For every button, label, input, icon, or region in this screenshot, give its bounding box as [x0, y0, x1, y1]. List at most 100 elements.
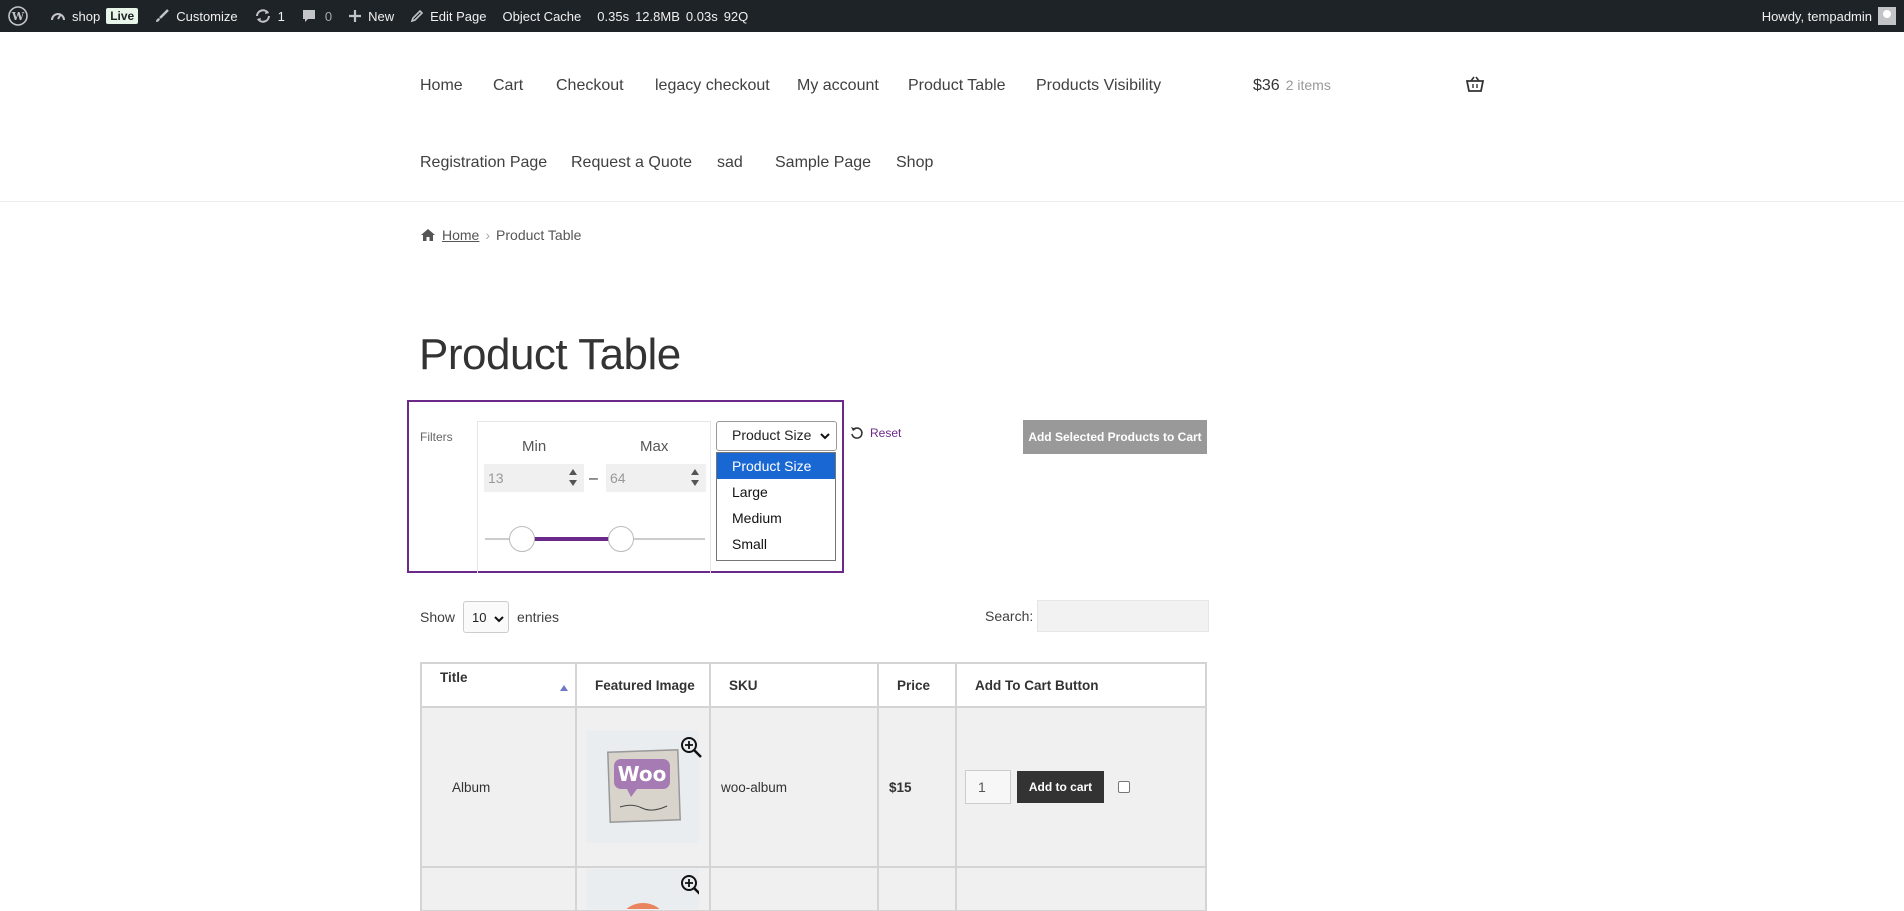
min-spinner-icon[interactable] — [568, 466, 578, 490]
admin-bar: W shop Live Customize 1 0 New Edit Page … — [0, 0, 1904, 32]
product-title[interactable] — [420, 866, 577, 911]
quantity-input[interactable]: 1 — [965, 770, 1011, 804]
product-title[interactable]: Album — [420, 706, 577, 868]
column-header-price[interactable]: Price — [877, 662, 957, 708]
add-to-cart-cell — [955, 866, 1207, 911]
updates-link[interactable]: 1 — [246, 0, 293, 32]
filters-panel: Filters Min Max – Product Size Product S… — [407, 400, 844, 573]
breadcrumb-separator-icon: › — [485, 227, 491, 243]
nav-shop[interactable]: Shop — [896, 154, 933, 172]
edit-page-link[interactable]: Edit Page — [402, 0, 494, 32]
reset-label: Reset — [870, 426, 902, 440]
site-name-link[interactable]: shop Live — [42, 0, 146, 32]
howdy-text: Howdy, tempadmin — [1761, 8, 1872, 24]
nav-registration-page[interactable]: Registration Page — [420, 154, 547, 172]
column-header-featured-image[interactable]: Featured Image — [575, 662, 711, 708]
wordpress-logo-icon[interactable]: W — [0, 0, 42, 32]
range-slider-fill — [522, 537, 621, 541]
stat-queries: 92Q — [723, 8, 749, 24]
stat-memory: 12.8MB — [635, 8, 680, 24]
updates-count: 1 — [277, 8, 285, 24]
page-title: Product Table — [419, 330, 681, 379]
nav-sample-page[interactable]: Sample Page — [775, 154, 871, 172]
add-to-cart-cell: 1 Add to cart — [955, 706, 1207, 868]
featured-image-cell: Woo — [575, 706, 711, 868]
svg-text:W: W — [11, 10, 25, 23]
zoom-in-icon[interactable] — [679, 873, 699, 897]
size-option-product-size[interactable]: Product Size — [717, 453, 835, 479]
new-content-link[interactable]: New — [340, 0, 402, 32]
product-size-select[interactable]: Product Size — [716, 421, 837, 451]
nav-checkout[interactable]: Checkout — [556, 77, 624, 95]
stat-db-time: 0.03s — [685, 8, 718, 24]
customize-label: Customize — [176, 8, 238, 24]
size-option-small[interactable]: Small — [717, 531, 835, 557]
column-header-sku[interactable]: SKU — [709, 662, 879, 708]
sort-ascending-icon — [560, 685, 568, 691]
nav-request-a-quote[interactable]: Request a Quote — [571, 154, 692, 172]
edit-page-label: Edit Page — [430, 8, 487, 24]
product-size-dropdown: Product Size Large Medium Small — [716, 452, 836, 561]
select-product-checkbox[interactable] — [1118, 781, 1130, 793]
chevron-down-icon — [820, 433, 830, 440]
new-label: New — [368, 8, 395, 24]
add-selected-products-button[interactable]: Add Selected Products to Cart — [1023, 420, 1207, 454]
column-header-add-to-cart[interactable]: Add To Cart Button — [955, 662, 1207, 708]
breadcrumb-current: Product Table — [496, 227, 582, 243]
object-cache-link[interactable]: Object Cache — [495, 0, 590, 32]
table-row — [420, 866, 1207, 911]
featured-image-cell — [575, 866, 711, 911]
min-label: Min — [522, 438, 547, 455]
query-monitor-stats[interactable]: 0.35s 12.8MB 0.03s 92Q — [589, 0, 762, 32]
product-thumbnail[interactable] — [587, 869, 699, 909]
nav-my-account[interactable]: My account — [797, 77, 879, 95]
range-dash: – — [589, 470, 598, 487]
cart-total-amount: $36 — [1253, 77, 1280, 94]
mini-cart[interactable]: $36 2 items — [1253, 77, 1331, 95]
comments-count: 0 — [324, 8, 333, 24]
column-header-title[interactable]: Title — [420, 662, 577, 708]
zoom-in-icon[interactable] — [679, 735, 703, 759]
nav-cart[interactable]: Cart — [493, 77, 523, 95]
pencil-icon — [410, 9, 424, 23]
my-account-menu[interactable]: Howdy, tempadmin — [1762, 0, 1896, 32]
chevron-down-icon — [494, 616, 504, 623]
comment-icon — [302, 10, 315, 22]
add-to-cart-button[interactable]: Add to cart — [1017, 771, 1104, 803]
range-min-handle[interactable] — [509, 526, 535, 552]
max-spinner-icon[interactable] — [690, 466, 700, 490]
breadcrumb-home-link[interactable]: Home — [442, 227, 479, 243]
site-header: Home Cart Checkout legacy checkout My ac… — [0, 32, 1904, 202]
size-option-large[interactable]: Large — [717, 479, 835, 505]
site-name: shop — [72, 8, 101, 24]
table-search: Search: — [985, 600, 1210, 632]
customize-link[interactable]: Customize — [146, 0, 245, 32]
size-option-medium[interactable]: Medium — [717, 505, 835, 531]
live-badge: Live — [106, 8, 139, 24]
stat-time: 0.35s — [597, 8, 630, 24]
entries-label: entries — [517, 609, 560, 625]
avatar — [1878, 7, 1896, 25]
plus-icon — [349, 10, 362, 22]
range-max-handle[interactable] — [608, 526, 634, 552]
comments-link[interactable]: 0 — [293, 0, 340, 32]
product-size-selected: Product Size — [732, 427, 812, 443]
nav-legacy-checkout[interactable]: legacy checkout — [655, 77, 770, 95]
nav-product-table[interactable]: Product Table — [908, 77, 1006, 95]
search-input[interactable] — [1037, 600, 1210, 632]
max-label: Max — [640, 438, 669, 455]
product-price: $15 — [877, 706, 957, 868]
nav-home[interactable]: Home — [420, 77, 463, 95]
updates-icon — [255, 9, 270, 23]
nav-sad[interactable]: sad — [717, 154, 743, 172]
product-sku: woo-album — [709, 706, 879, 868]
product-thumbnail[interactable]: Woo — [587, 731, 702, 843]
filters-label: Filters — [420, 430, 453, 444]
brush-icon — [156, 9, 170, 22]
svg-text:Woo: Woo — [618, 762, 667, 786]
entries-select[interactable]: 10 — [463, 601, 510, 633]
reset-filters-button[interactable]: Reset — [850, 426, 901, 440]
home-icon — [421, 229, 435, 241]
nav-products-visibility[interactable]: Products Visibility — [1036, 77, 1161, 95]
basket-icon[interactable] — [1466, 76, 1484, 92]
